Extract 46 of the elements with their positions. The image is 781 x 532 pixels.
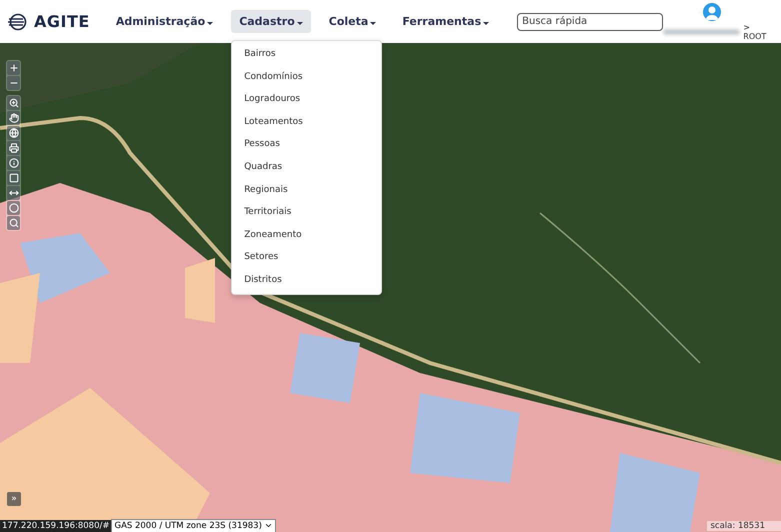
map-tool-button[interactable]	[7, 171, 20, 185]
status-url-text: 177.220.159.196:8080/#	[0, 520, 112, 532]
map-tool-button[interactable]	[7, 216, 20, 230]
search-field[interactable]: Busca rápida	[517, 12, 663, 30]
map-tool-button[interactable]	[7, 201, 20, 215]
dropdown-menu-item[interactable]: Distritos	[232, 268, 382, 292]
map-tool-button[interactable]	[7, 61, 20, 75]
dropdown-menu-item[interactable]: Territoriais	[232, 201, 382, 224]
dropdown-menu-item[interactable]: Regionais	[232, 178, 382, 202]
map-tool-button[interactable]	[7, 156, 20, 170]
dropdown-menu-item[interactable]: Pessoas	[232, 133, 382, 156]
dropdown-menu-item[interactable]: Condomínios	[232, 66, 382, 88]
map-tool-button[interactable]	[7, 96, 20, 110]
dropdown-menu-item[interactable]: Quadras	[232, 156, 382, 179]
map-tool-button[interactable]	[7, 126, 20, 140]
info-icon	[8, 158, 18, 168]
dropdown-menu-item[interactable]: Logradouros	[232, 88, 382, 111]
map-tool-button[interactable]	[7, 141, 20, 155]
dropdown-menu-item[interactable]: Setores	[232, 246, 382, 269]
user-avatar-icon[interactable]	[703, 2, 721, 20]
user-role-text: > ROOT	[743, 22, 768, 40]
logo-text: AGITE	[34, 12, 90, 31]
logo-icon	[8, 12, 28, 30]
map-scale-text: scala: 18531	[706, 520, 781, 530]
map-tool-button[interactable]	[7, 186, 20, 200]
chevron-down-icon	[264, 521, 273, 530]
zoom-in-plus-icon	[8, 63, 18, 73]
expand-panel-button[interactable]: »	[7, 492, 21, 506]
magnifier-plus-icon	[8, 98, 18, 108]
nav-menu-item[interactable]: Coleta	[320, 10, 384, 33]
square-icon	[8, 173, 18, 183]
dropdown-menu-item[interactable]: Zoneamento	[232, 224, 382, 246]
circle-icon	[8, 203, 18, 213]
nav-menu-item[interactable]: Administração	[108, 10, 222, 33]
horizontal-arrows-icon	[8, 188, 18, 198]
dropdown-menu-item[interactable]: Bairros	[232, 43, 382, 66]
projection-select[interactable]: GAS 2000 / UTM zone 23S (31983)	[111, 518, 276, 532]
globe-icon	[8, 128, 18, 138]
nav-menu-item[interactable]: Cadastro	[231, 10, 311, 33]
printer-icon	[8, 143, 18, 153]
map-tool-button[interactable]	[7, 76, 20, 90]
dropdown-menu-item[interactable]: Loteamentos	[232, 110, 382, 134]
search-icon	[8, 218, 18, 228]
hand-icon	[8, 113, 18, 123]
nav-menu-item[interactable]: Ferramentas	[394, 10, 498, 33]
map-tool-button[interactable]	[7, 111, 20, 125]
